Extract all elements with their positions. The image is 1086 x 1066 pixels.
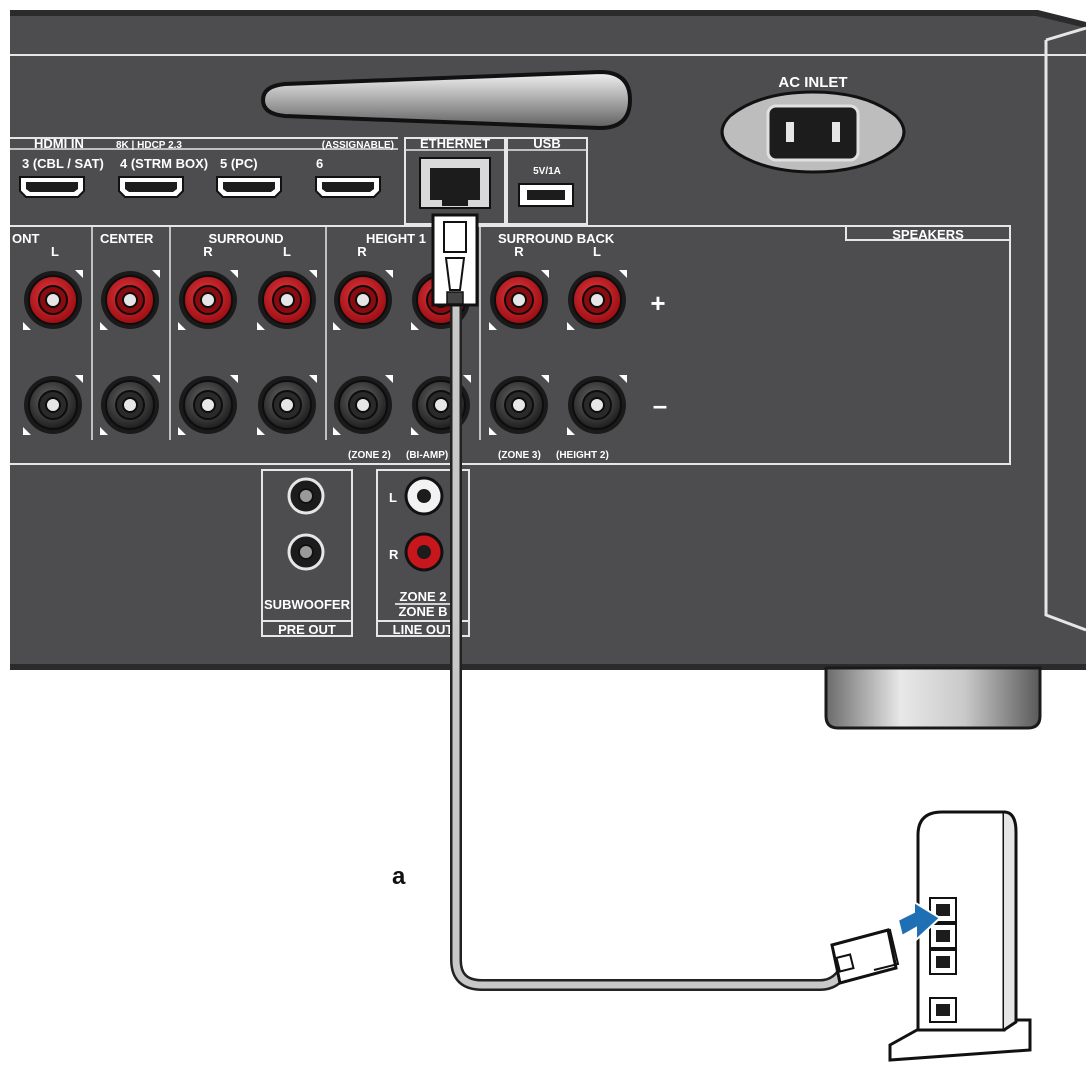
speaker-group-center: CENTER <box>100 231 154 246</box>
subwoofer-jack <box>287 533 325 571</box>
network-router <box>888 810 1032 1062</box>
callout-label: a <box>392 863 406 890</box>
speaker-group-surround: SURROUND <box>208 231 283 246</box>
router-lan-port <box>929 923 957 949</box>
hdmi-spec: 8K | HDCP 2.3 <box>116 140 182 151</box>
hdmi-port-label: 6 <box>316 156 323 171</box>
hdmi-port-label: 4 (STRM BOX) <box>120 156 208 171</box>
hdmi-port-icon <box>19 176 85 198</box>
channel-label: R <box>514 244 524 259</box>
speaker-group-front: ONT <box>12 231 40 246</box>
footnote-biamp: (BI-AMP) <box>406 450 448 461</box>
hdmi-in-title: HDMI IN <box>34 136 84 151</box>
line-out-l-label: L <box>389 490 397 505</box>
zone2-label: ZONE 2 <box>400 589 447 604</box>
channel-label: R <box>357 244 367 259</box>
line-out-r-label: R <box>389 547 399 562</box>
usb-label: USB <box>533 136 560 151</box>
rca-jack-white <box>404 476 444 516</box>
channel-label: L <box>51 244 59 259</box>
footnote-zone2: (ZONE 2) <box>348 450 391 461</box>
ethernet-plug-receiver <box>431 213 479 307</box>
channel-label: L <box>283 244 291 259</box>
subwoofer-jack <box>287 477 325 515</box>
line-out-label: LINE OUT <box>393 622 454 637</box>
speakers-title: SPEAKERS <box>892 227 964 242</box>
hdmi-port-label: 5 (PC) <box>220 156 258 171</box>
router-wan-port <box>929 997 957 1023</box>
hdmi-port-icon <box>315 176 381 198</box>
footnote-zone3: (ZONE 3) <box>498 450 541 461</box>
hdmi-port-icon <box>216 176 282 198</box>
ethernet-plug-router <box>830 928 900 985</box>
speaker-group-height: HEIGHT 1 <box>366 231 426 246</box>
rca-jack-red <box>404 532 444 572</box>
receiver-foot <box>824 666 1042 730</box>
zoneb-label: ZONE B <box>398 604 447 619</box>
minus-sign: – <box>653 390 667 420</box>
pre-out-label: PRE OUT <box>278 622 336 637</box>
hdmi-port-icon <box>118 176 184 198</box>
hdmi-port-label: 3 (CBL / SAT) <box>22 156 104 171</box>
ethernet-label: ETHERNET <box>420 136 490 151</box>
channel-label: L <box>593 244 601 259</box>
plus-sign: + <box>650 288 665 318</box>
channel-label: R <box>203 244 213 259</box>
hdmi-assignable: (ASSIGNABLE) <box>322 140 394 151</box>
subwoofer-label: SUBWOOFER <box>264 597 351 612</box>
footnote-height2: (HEIGHT 2) <box>556 450 609 461</box>
usb-rating: 5V/1A <box>533 166 561 177</box>
router-lan-port <box>929 949 957 975</box>
ac-inlet-label: AC INLET <box>778 74 847 91</box>
connection-diagram: AC INLET HDMI IN 8K | HDCP 2.3 (ASSIGNAB… <box>10 10 1086 1062</box>
